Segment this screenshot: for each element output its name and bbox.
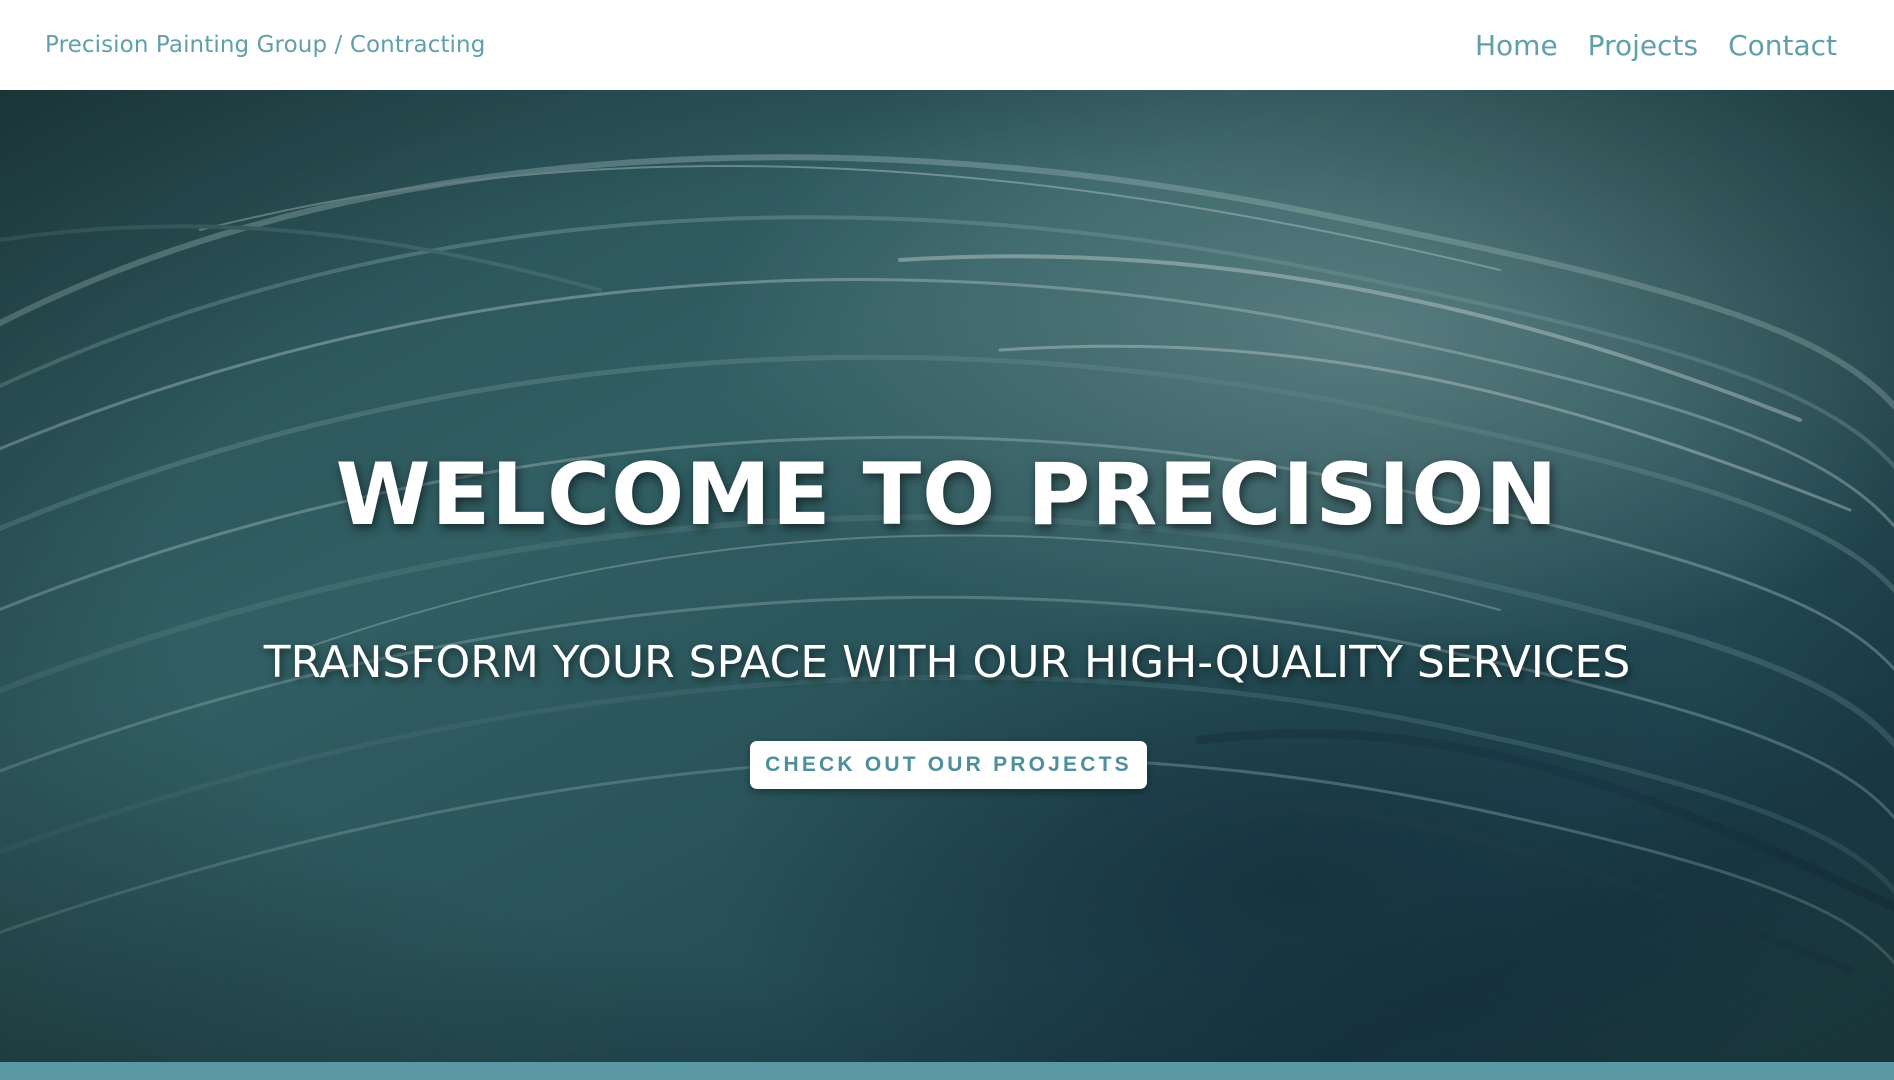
hero-section: WELCOME TO PRECISION TRANSFORM YOUR SPAC…: [0, 90, 1894, 1062]
nav-link-home[interactable]: Home: [1475, 29, 1558, 62]
footer-strip: [0, 1062, 1894, 1080]
check-out-projects-button[interactable]: CHECK OUT OUR PROJECTS: [750, 741, 1147, 789]
nav-links: Home Projects Contact: [1475, 29, 1837, 62]
nav-link-projects[interactable]: Projects: [1588, 29, 1698, 62]
top-navbar: Precision Painting Group / Contracting H…: [0, 0, 1894, 90]
hero-content: WELCOME TO PRECISION TRANSFORM YOUR SPAC…: [0, 90, 1894, 1062]
hero-subtitle: TRANSFORM YOUR SPACE WITH OUR HIGH-QUALI…: [263, 637, 1631, 688]
brand-link[interactable]: Precision Painting Group / Contracting: [45, 32, 485, 58]
hero-title: WELCOME TO PRECISION: [335, 445, 1559, 545]
nav-link-contact[interactable]: Contact: [1728, 29, 1837, 62]
